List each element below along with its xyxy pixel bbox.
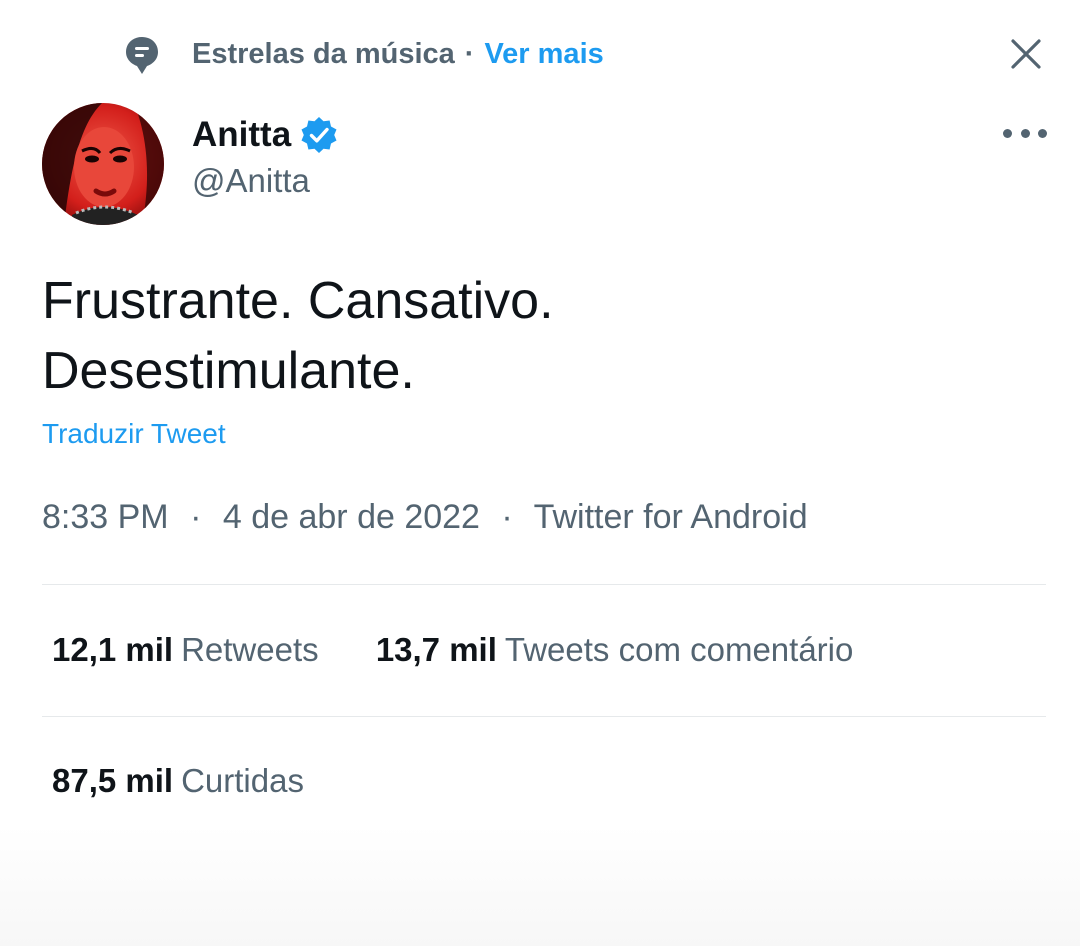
see-more-link[interactable]: Ver mais [484, 38, 603, 71]
context-separator: · [464, 37, 475, 70]
more-dot [1038, 128, 1047, 138]
likes-label: Curtidas [181, 762, 304, 799]
translate-tweet-link[interactable]: Traduzir Tweet [42, 418, 226, 450]
close-icon[interactable] [1006, 34, 1046, 74]
verified-badge-icon [301, 117, 337, 153]
likes-stat[interactable]: 87,5 mil Curtidas [52, 762, 304, 800]
meta-separator: · [190, 498, 202, 536]
author-name[interactable]: Anitta [192, 115, 291, 155]
tweet-source[interactable]: Twitter for Android [534, 498, 808, 536]
author-handle[interactable]: @Anitta [192, 162, 310, 200]
retweets-count: 12,1 mil [52, 631, 174, 668]
more-options-icon[interactable] [1003, 118, 1047, 148]
topic-name: Estrelas da música [192, 37, 455, 70]
avatar[interactable] [42, 103, 164, 225]
meta-separator: · [501, 498, 513, 536]
likes-stats-row: 87,5 mil Curtidas [52, 762, 304, 800]
divider [42, 584, 1046, 585]
quote-tweets-label: Tweets com comentário [504, 631, 854, 668]
quote-tweets-count: 13,7 mil [375, 631, 497, 668]
more-dot [1003, 128, 1012, 138]
likes-count: 87,5 mil [52, 762, 174, 799]
author-name-row[interactable]: Anitta [192, 112, 339, 158]
tweet-date[interactable]: 4 de abr de 2022 [223, 498, 480, 536]
tweet-metadata: 8:33 PM · 4 de abr de 2022 · Twitter for… [42, 498, 808, 537]
bottom-background [0, 826, 1080, 946]
topic-context-bar: Estrelas da música · Ver mais [124, 30, 604, 78]
more-dot [1020, 128, 1030, 138]
tweet-text: Frustrante. Cansativo. Desestimulante. [42, 266, 1002, 406]
divider [42, 716, 1046, 717]
engagement-stats-row: 12,1 mil Retweets 13,7 mil Tweets com come… [52, 631, 853, 669]
quote-tweets-stat[interactable]: 13,7 mil Tweets com comentário [376, 631, 854, 669]
retweets-label: Retweets [181, 631, 319, 668]
topic-bubble-icon [126, 37, 158, 74]
tweet-time[interactable]: 8:33 PM [42, 498, 169, 536]
tweet-text-line: Desestimulante. [42, 342, 415, 400]
retweets-stat[interactable]: 12,1 mil Retweets [52, 631, 319, 669]
tweet-text-line: Frustrante. Cansativo. [42, 272, 554, 330]
